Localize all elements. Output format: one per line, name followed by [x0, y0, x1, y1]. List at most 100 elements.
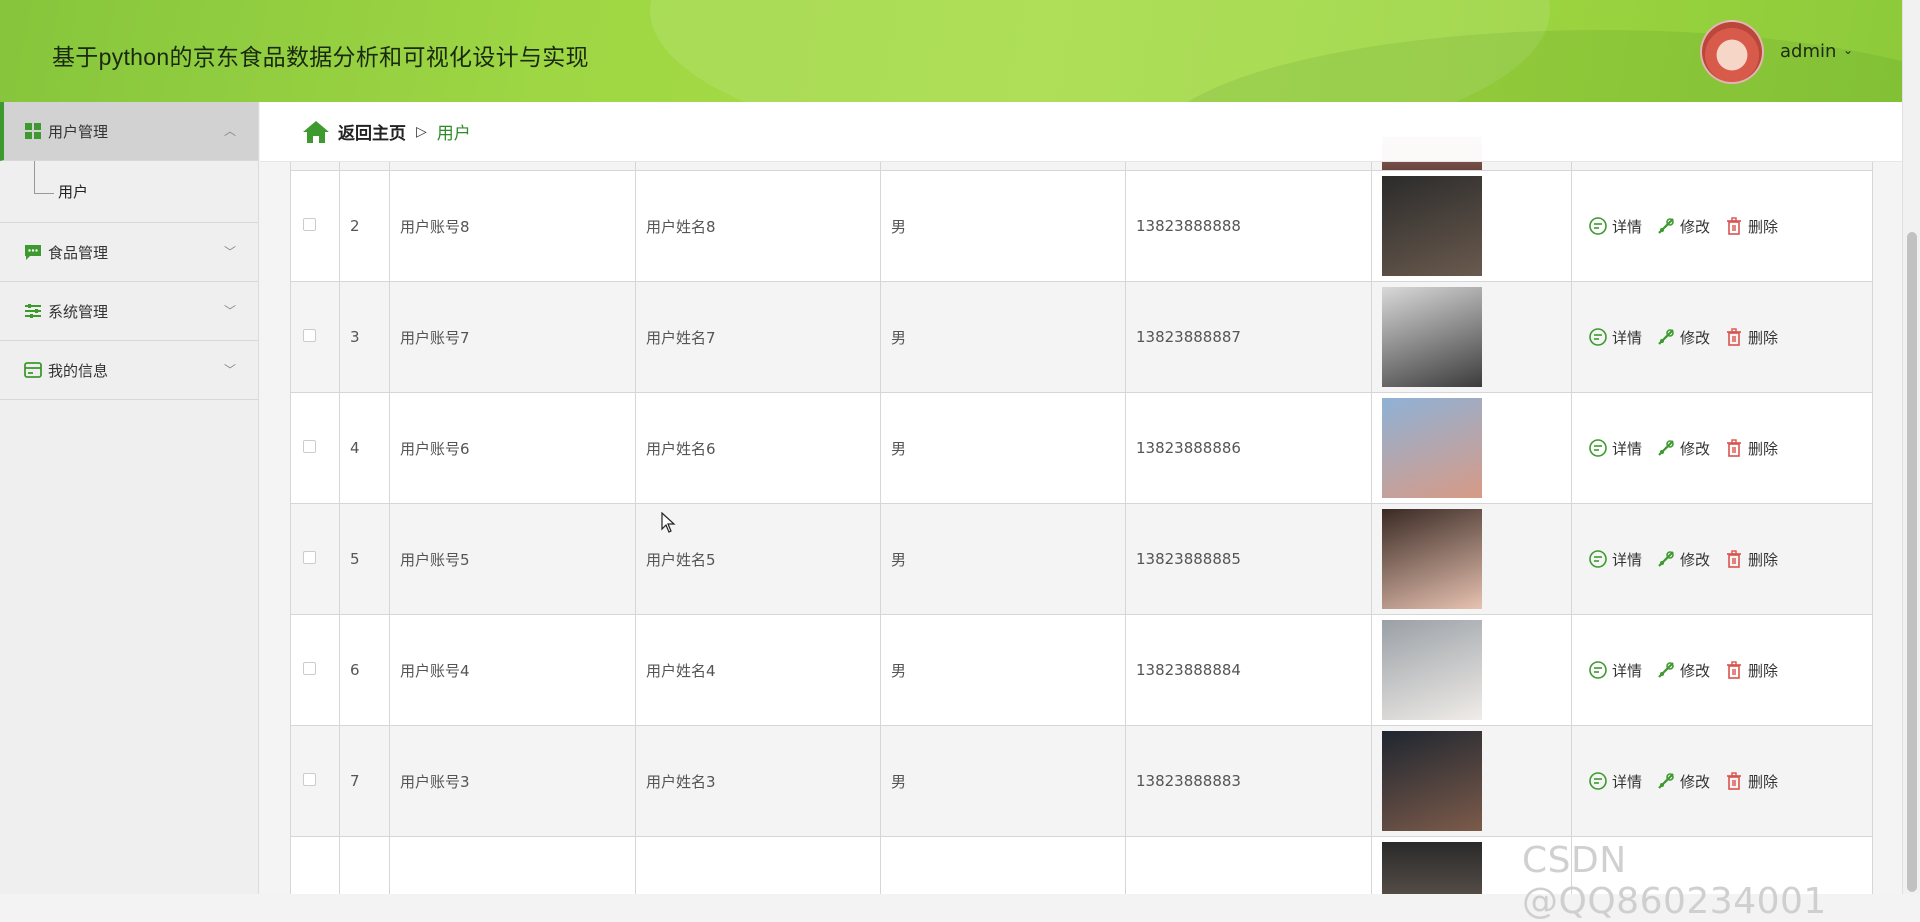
select-cell — [290, 392, 340, 504]
select-cell — [290, 503, 340, 615]
wrench-icon — [1658, 218, 1674, 234]
photo-cell — [1371, 503, 1572, 615]
wrench-icon — [1658, 440, 1674, 456]
edit-label: 修改 — [1680, 661, 1711, 680]
actions-cell: 详情 修改 删除 — [1571, 503, 1873, 615]
edit-label: 修改 — [1680, 328, 1711, 347]
delete-button[interactable]: 删除 — [1724, 549, 1778, 570]
user-avatar[interactable] — [1700, 20, 1764, 84]
row-checkbox[interactable] — [303, 662, 316, 675]
detail-label: 详情 — [1612, 217, 1643, 236]
sidebar-group-label: 食品管理 — [48, 243, 109, 262]
photo-cell — [1371, 170, 1572, 282]
chevron-down-icon[interactable]: ⌄ — [1843, 43, 1853, 57]
user-photo[interactable] — [1382, 287, 1482, 387]
index-cell: 5 — [339, 503, 390, 615]
delete-button[interactable]: 删除 — [1724, 216, 1778, 237]
delete-button[interactable]: 删除 — [1724, 327, 1778, 348]
actions-cell: 详情 修改 删除 — [1571, 725, 1873, 837]
edit-label: 修改 — [1680, 217, 1711, 236]
delete-label: 删除 — [1748, 439, 1779, 458]
index-cell: 6 — [339, 614, 390, 726]
user-photo[interactable] — [1382, 398, 1482, 498]
detail-button[interactable]: 详情 — [1588, 438, 1642, 459]
name-cell: 用户姓名7 — [635, 281, 881, 393]
account-cell: 用户账号8 — [389, 170, 636, 282]
chevron-up-icon: ︿ — [223, 124, 236, 138]
card-icon — [24, 362, 42, 378]
breadcrumb-home-link[interactable]: 返回主页 — [338, 119, 406, 144]
row-checkbox[interactable] — [303, 218, 316, 231]
index-cell: 7 — [339, 725, 390, 837]
detail-icon — [1589, 661, 1607, 679]
watermark: CSDN @QQ860234001 — [1522, 840, 1827, 922]
user-photo[interactable] — [1382, 731, 1482, 831]
edit-label: 修改 — [1680, 439, 1711, 458]
scrollbar-thumb[interactable] — [1907, 232, 1917, 892]
gender-cell: 男 — [880, 614, 1126, 726]
row-checkbox[interactable] — [303, 773, 316, 786]
row-checkbox[interactable] — [303, 440, 316, 453]
page-scrollbar[interactable] — [1902, 0, 1920, 894]
edit-label: 修改 — [1680, 550, 1711, 569]
phone-cell: 13823888886 — [1125, 392, 1372, 504]
chevron-down-icon: ﹀ — [223, 245, 236, 259]
name-cell: 用户姓名6 — [635, 392, 881, 504]
edit-button[interactable]: 修改 — [1656, 549, 1710, 570]
gender-cell: 男 — [880, 170, 1126, 282]
detail-button[interactable]: 详情 — [1588, 660, 1642, 681]
chat-icon — [25, 245, 41, 260]
sidebar-group-label: 我的信息 — [48, 361, 109, 380]
trash-icon — [1727, 217, 1742, 235]
phone-cell: 13823888887 — [1125, 281, 1372, 393]
detail-label: 详情 — [1612, 550, 1643, 569]
sidebar-group-food-management[interactable]: 食品管理 ﹀ — [0, 223, 258, 282]
name-cell: 用户姓名8 — [635, 170, 881, 282]
user-photo[interactable] — [1382, 176, 1482, 276]
account-cell: 用户账号3 — [389, 725, 636, 837]
delete-button[interactable]: 删除 — [1724, 438, 1778, 459]
edit-button[interactable]: 修改 — [1656, 327, 1710, 348]
home-icon[interactable] — [302, 119, 330, 145]
select-cell — [290, 170, 340, 282]
row-checkbox[interactable] — [303, 329, 316, 342]
sidebar-group-my-info[interactable]: 我的信息 ﹀ — [0, 341, 258, 400]
sidebar-item-users[interactable]: 用户 — [0, 161, 258, 223]
edit-button[interactable]: 修改 — [1656, 660, 1710, 681]
edit-button[interactable]: 修改 — [1656, 438, 1710, 459]
name-cell: 用户姓名4 — [635, 614, 881, 726]
sliders-icon — [25, 304, 41, 318]
delete-button[interactable]: 删除 — [1724, 771, 1778, 792]
edit-button[interactable]: 修改 — [1656, 771, 1710, 792]
sidebar-item-label: 用户 — [58, 183, 89, 201]
account-cell: 用户账号4 — [389, 614, 636, 726]
gender-cell: 男 — [880, 281, 1126, 393]
trash-icon — [1727, 328, 1742, 346]
edit-button[interactable]: 修改 — [1656, 216, 1710, 237]
detail-button[interactable]: 详情 — [1588, 549, 1642, 570]
user-photo[interactable] — [1382, 620, 1482, 720]
row-checkbox[interactable] — [303, 551, 316, 564]
detail-label: 详情 — [1612, 439, 1643, 458]
select-cell — [290, 281, 340, 393]
user-photo[interactable] — [1382, 509, 1482, 609]
sidebar-group-system-management[interactable]: 系统管理 ﹀ — [0, 282, 258, 341]
detail-button[interactable]: 详情 — [1588, 327, 1642, 348]
user-menu-name[interactable]: admin — [1780, 41, 1836, 62]
sidebar-group-user-management[interactable]: 用户管理 ︿ — [0, 102, 258, 161]
detail-icon — [1589, 772, 1607, 790]
delete-button[interactable]: 删除 — [1724, 660, 1778, 681]
user-table: 2 用户账号8 用户姓名8 男 13823888888 详情 修改 删除 3 用户账号7 用户姓名7… — [290, 136, 1873, 894]
account-cell: 用户账号5 — [389, 503, 636, 615]
grid-icon — [25, 123, 41, 139]
delete-label: 删除 — [1748, 661, 1779, 680]
phone-cell: 13823888885 — [1125, 503, 1372, 615]
name-cell: 用户姓名3 — [635, 725, 881, 837]
detail-icon — [1589, 328, 1607, 346]
detail-button[interactable]: 详情 — [1588, 771, 1642, 792]
actions-cell: 详情 修改 删除 — [1571, 170, 1873, 282]
account-cell: 用户账号6 — [389, 392, 636, 504]
wrench-icon — [1658, 329, 1674, 345]
gender-cell: 男 — [880, 392, 1126, 504]
detail-button[interactable]: 详情 — [1588, 216, 1642, 237]
